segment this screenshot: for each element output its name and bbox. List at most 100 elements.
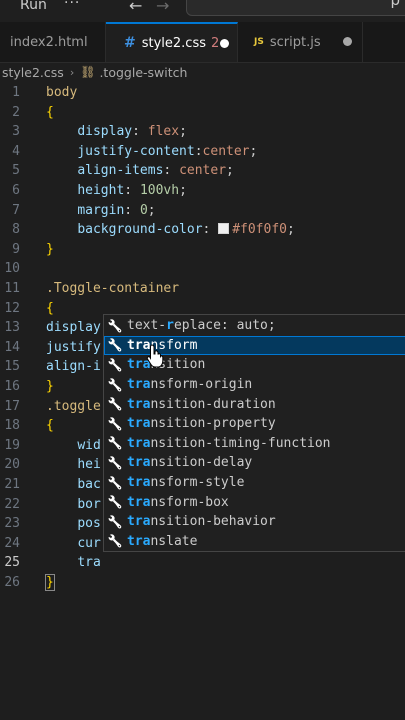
- suggestion-text: nsition-timing-function: [150, 435, 331, 451]
- code-line[interactable]: 5 align-items: center;: [0, 161, 405, 181]
- suggestion-match: tra: [127, 377, 151, 393]
- code-text: justify-content:center;: [46, 142, 257, 162]
- code-line[interactable]: 4 justify-content:center;: [0, 142, 405, 162]
- more-menu[interactable]: ···: [64, 0, 80, 11]
- problems-count-badge: 2: [211, 35, 220, 51]
- code-token: :: [132, 124, 148, 140]
- code-text: display: [46, 318, 101, 338]
- unsaved-dot-icon[interactable]: [220, 39, 229, 48]
- line-number: 17: [4, 398, 20, 414]
- code-line[interactable]: 11 .Toggle-container: [0, 279, 405, 299]
- code-line[interactable]: 2{: [0, 103, 405, 123]
- line-number: 16: [4, 379, 20, 394]
- code-text: pos: [46, 514, 101, 534]
- property-wrench-icon: 🔧: [107, 318, 123, 333]
- suggestion-item[interactable]: 🔧 tra nsition-property: [104, 414, 405, 434]
- code-token: margin: [77, 202, 125, 218]
- code-token: }: [46, 241, 54, 257]
- code-text: justify: [46, 338, 101, 358]
- suggestion-item[interactable]: 🔧 tra nsition-behavior: [104, 512, 405, 532]
- search-icon: ρ: [390, 0, 400, 9]
- code-text: hei: [46, 455, 100, 475]
- tab-label: style2.css: [141, 35, 207, 51]
- code-token: display: [46, 320, 101, 336]
- code-token: :: [194, 143, 203, 159]
- code-line[interactable]: 8 background-color: #f0f0f0;: [0, 220, 405, 240]
- code-line[interactable]: 1 body: [0, 83, 405, 103]
- color-swatch-icon[interactable]: [218, 223, 230, 235]
- title-bar: Run ··· ← → ρ: [0, 0, 405, 22]
- unsaved-dot-icon[interactable]: [343, 37, 352, 46]
- code-text: }: [46, 377, 54, 397]
- code-line[interactable]: 25 tra: [0, 553, 405, 573]
- tab-style2-css[interactable]: # style2.css 2: [106, 22, 238, 62]
- code-token: .toggle: [46, 398, 101, 414]
- suggestion-item[interactable]: 🔧 tra nsform-box: [104, 492, 405, 512]
- code-line[interactable]: 10: [0, 259, 405, 279]
- code-line[interactable]: 26}: [0, 573, 405, 593]
- code-token: ;: [147, 202, 156, 218]
- breadcrumb-symbol[interactable]: .toggle-switch: [99, 65, 187, 80]
- code-token: center: [179, 163, 227, 179]
- suggestion-match: tra: [127, 475, 151, 491]
- suggestion-text: nsition-duration: [150, 396, 276, 412]
- property-wrench-icon: 🔧: [107, 397, 123, 412]
- suggestion-item[interactable]: 🔧 tra nsition-timing-function: [104, 434, 405, 454]
- line-number: 19: [4, 437, 20, 453]
- line-number: 2: [12, 104, 20, 120]
- line-number: 8: [12, 222, 20, 238]
- line-number: 10: [4, 261, 20, 277]
- code-line[interactable]: 6 height: 100vh;: [0, 181, 405, 201]
- code-token: justify: [46, 339, 101, 355]
- suggestion-match: tra: [127, 455, 151, 471]
- suggestion-item[interactable]: 🔧 tra nslate: [104, 532, 405, 551]
- tab-index2-html[interactable]: index2.html: [0, 22, 106, 62]
- tab-script-js[interactable]: JS script.js: [238, 22, 363, 62]
- code-text: margin: 0;: [46, 201, 156, 221]
- suggestion-item[interactable]: 🔧 tra nsform-style: [104, 473, 405, 493]
- property-wrench-icon: 🔧: [107, 514, 123, 529]
- breadcrumb-file[interactable]: style2.css: [2, 65, 64, 80]
- run-menu[interactable]: Run: [20, 0, 47, 13]
- code-line[interactable]: 9}: [0, 240, 405, 260]
- code-text: {: [46, 416, 54, 436]
- code-token: height: [77, 183, 125, 198]
- suggestion-text: nsform-origin: [150, 377, 253, 393]
- code-token: background-color: [77, 222, 203, 238]
- suggestion-item[interactable]: 🔧 tra nsform-origin: [104, 375, 405, 395]
- forward-arrow-icon[interactable]: →: [156, 0, 169, 15]
- code-token: ;: [249, 143, 258, 159]
- suggestion-match: tra: [127, 494, 151, 510]
- js-file-icon: JS: [254, 37, 264, 47]
- code-token: center: [202, 143, 250, 159]
- suggestion-match: tra: [127, 533, 151, 549]
- property-wrench-icon: 🔧: [107, 495, 123, 510]
- back-arrow-icon[interactable]: ←: [129, 0, 142, 15]
- code-token: }: [45, 574, 55, 591]
- symbol-class-icon: ⛓: [80, 65, 96, 79]
- code-line[interactable]: 7 margin: 0;: [0, 201, 405, 221]
- code-token: bac: [77, 477, 101, 492]
- line-number: 15: [4, 359, 20, 375]
- code-text: }: [46, 240, 54, 260]
- command-center-search[interactable]: ρ: [186, 0, 405, 16]
- suggestion-item[interactable]: 🔧 text-r eplace: auto;: [104, 316, 405, 336]
- code-token: pos: [77, 516, 101, 532]
- code-token: 0: [139, 202, 148, 218]
- code-line[interactable]: 3 display: flex;: [0, 122, 405, 142]
- suggestion-item[interactable]: 🔧 tra nsition-duration: [104, 394, 405, 414]
- code-token: {: [46, 418, 54, 434]
- code-token: ;: [226, 163, 234, 179]
- code-token: ;: [287, 222, 295, 238]
- suggestion-match: r: [166, 318, 174, 334]
- code-token: .Toggle-container: [46, 281, 180, 296]
- code-text: display: flex;: [46, 122, 187, 142]
- suggestion-match: tra: [127, 514, 151, 530]
- editor-tabs: index2.html # style2.css 2 JS script.js: [0, 22, 405, 63]
- suggestion-item[interactable]: 🔧 tra nsition-delay: [104, 453, 405, 473]
